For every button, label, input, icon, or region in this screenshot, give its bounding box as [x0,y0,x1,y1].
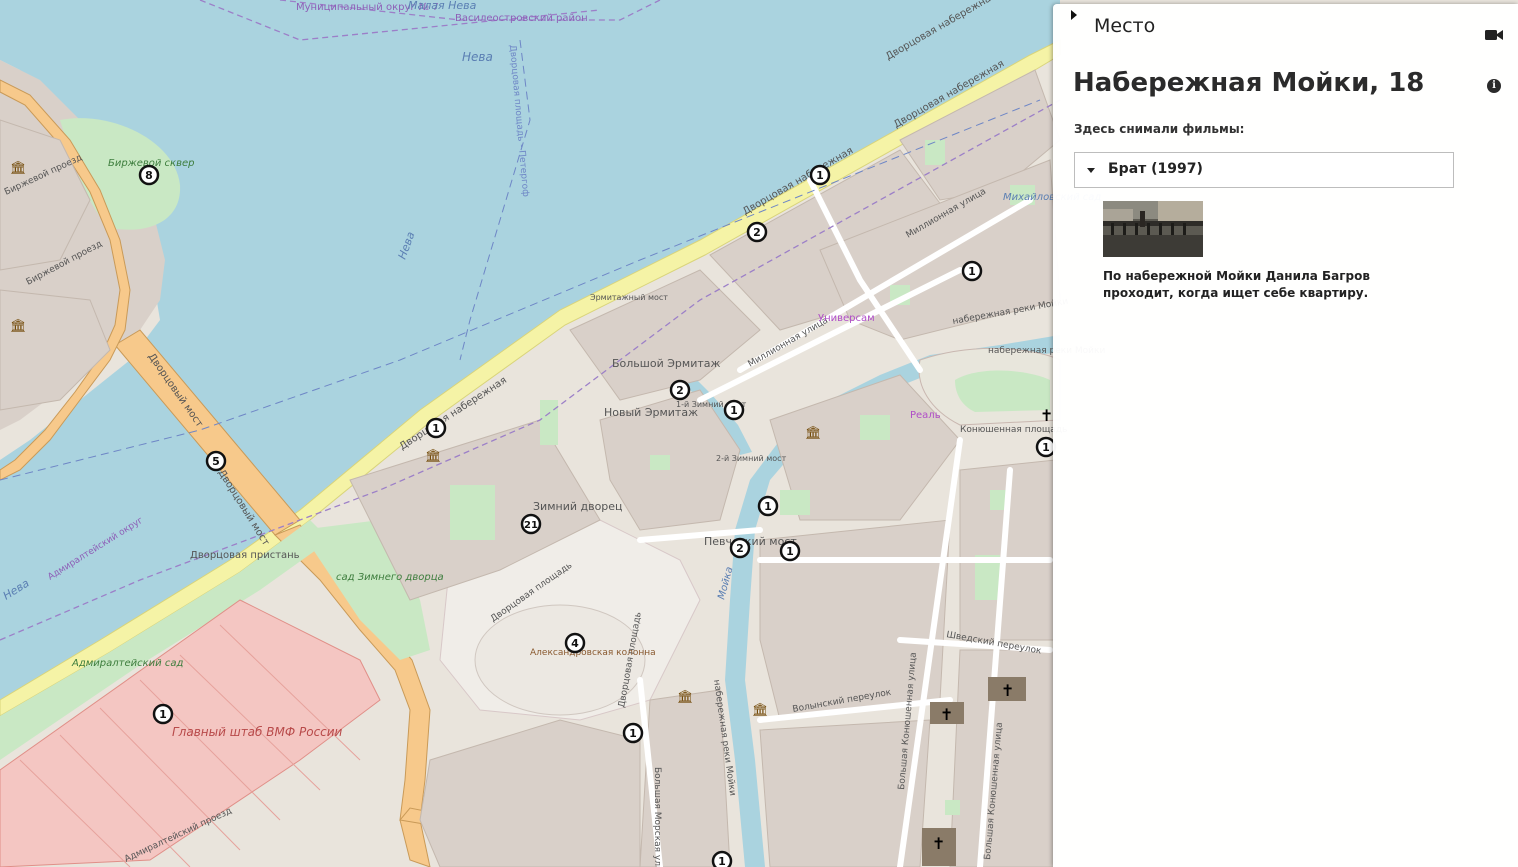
map-label: Универсам [818,313,875,324]
film-location-marker[interactable]: 2 [746,221,768,243]
film-location-marker[interactable]: 1 [152,703,174,725]
marker-label: 2 [736,542,744,555]
marker-label: 1 [718,855,726,867]
marker-label: 4 [571,637,579,650]
panel-header: Место [1053,4,1518,44]
film-description: По набережной Мойки Данила Багров проход… [1103,269,1370,300]
film-location-marker[interactable]: 2 [729,537,751,559]
marker-label: 2 [753,226,761,239]
map-label: Нева [462,50,493,64]
film-location-marker[interactable]: 1 [711,850,733,867]
church-icon: ✝ [932,834,945,853]
film-location-marker[interactable]: 21 [520,513,542,535]
film-still-thumbnail[interactable] [1103,201,1203,257]
church-icon: ✝ [1040,406,1053,425]
marker-label: 1 [432,422,440,435]
map-label: 2-й Зимний мост [716,454,787,463]
marker-label: 1 [159,708,167,721]
film-location-marker[interactable]: 4 [564,632,586,654]
film-location-marker[interactable]: 1 [622,722,644,744]
marker-label: 21 [524,520,538,531]
map-label: Эрмитажный мост [590,293,668,302]
map-label: сад Зимнего дворца [336,572,444,583]
museum-icon: 🏛 [10,160,27,176]
film-location-marker[interactable]: 2 [669,379,691,401]
map-label: Большая Морская улица [652,767,662,867]
museum-icon: 🏛 [677,689,694,705]
collapse-arrow-icon[interactable] [1067,8,1081,22]
museum-icon: 🏛 [805,425,822,441]
place-panel: Место Набережная Мойки, 18 i Здесь снима… [1053,4,1518,867]
video-camera-icon[interactable] [1485,28,1503,42]
marker-label: 5 [212,455,220,468]
info-icon[interactable]: i [1487,79,1501,93]
map-label: Большой Эрмитаж [612,357,720,370]
map-label: Малая Нева [408,0,477,12]
marker-label: 1 [786,545,794,558]
map-label: Реаль [910,410,941,421]
film-location-marker[interactable]: 8 [138,164,160,186]
map-label: Василеостровский район [455,13,588,24]
film-location-marker[interactable]: 1 [809,164,831,186]
map-label: Дворцовая пристань [190,550,300,561]
place-name: Набережная Мойки, 18 [1073,68,1425,98]
marker-label: 1 [629,727,637,740]
marker-label: 2 [676,384,684,397]
films-label: Здесь снимали фильмы: [1074,122,1245,136]
film-location-marker[interactable]: 1 [779,540,801,562]
film-location-marker[interactable]: 1 [961,260,983,282]
marker-label: 1 [968,265,976,278]
marker-label: 1 [1042,441,1050,454]
film-location-marker[interactable]: 1 [425,417,447,439]
map-label: Адмиралтейский сад [71,658,183,669]
panel-title: Место [1094,15,1156,37]
film-location-marker[interactable]: 1 [723,399,745,421]
museum-icon: 🏛 [10,318,27,334]
map-label: Конюшенная площадь [960,425,1067,435]
museum-icon: 🏛 [752,702,769,718]
caret-down-icon [1087,168,1095,173]
marker-label: 1 [764,500,772,513]
museum-icon: 🏛 [425,448,442,464]
church-icon: ✝ [1001,681,1014,700]
marker-label: 1 [816,169,824,182]
map-label: Главный штаб ВМФ России [172,725,343,739]
film-title: Брат (1997) [1108,161,1203,177]
map-label: Зимний дворец [533,500,623,513]
marker-label: 8 [145,169,153,182]
film-location-marker[interactable]: 1 [757,495,779,517]
marker-label: 1 [730,404,738,417]
film-accordion[interactable]: Брат (1997) [1074,152,1454,188]
map-label: Александровская колонна [530,648,656,658]
film-location-marker[interactable]: 5 [205,450,227,472]
church-icon: ✝ [940,705,953,724]
